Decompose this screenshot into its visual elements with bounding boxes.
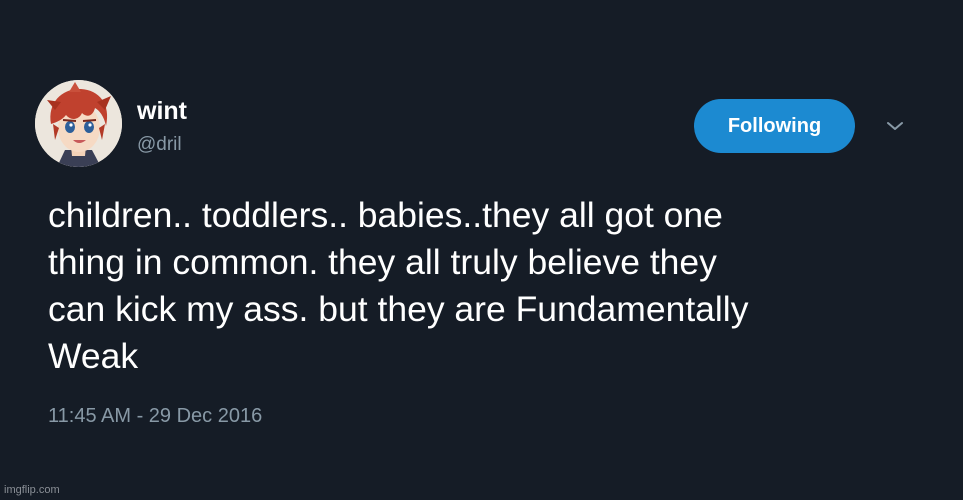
avatar[interactable] <box>35 80 122 167</box>
tweet-text-line: thing in common. they all truly believe … <box>48 242 717 282</box>
tweet-text-line: children.. toddlers.. babies..they all g… <box>48 195 723 235</box>
display-name[interactable]: wint <box>137 96 187 126</box>
anime-avatar-icon <box>35 80 122 167</box>
tweet-text: children.. toddlers.. babies..they all g… <box>48 192 928 380</box>
tweet-timestamp[interactable]: 11:45 AM - 29 Dec 2016 <box>48 404 262 428</box>
user-handle[interactable]: @dril <box>137 133 182 157</box>
tweet-text-line: can kick my ass. but they are Fundamenta… <box>48 289 749 329</box>
following-button[interactable]: Following <box>694 99 855 153</box>
tweet-text-line: Weak <box>48 336 139 376</box>
chevron-down-icon[interactable] <box>884 118 906 134</box>
watermark: imgflip.com <box>4 484 60 496</box>
tweet-card: wint @dril Following children.. toddlers… <box>0 0 963 500</box>
